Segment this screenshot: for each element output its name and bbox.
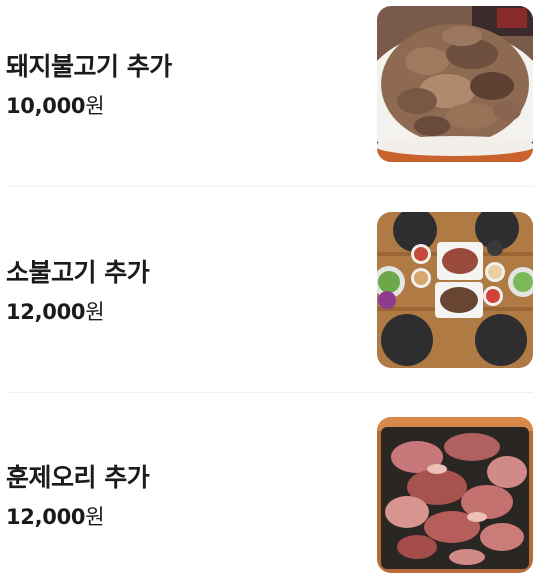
pork-bulgogi-photo — [377, 6, 533, 162]
price-number: 12,000 — [6, 505, 86, 529]
menu-item-name: 훈제오리 추가 — [6, 463, 150, 492]
menu-item-pork-bulgogi[interactable]: 돼지불고기 추가 10,000원 — [0, 3, 541, 163]
menu-item-smoked-duck[interactable]: 훈제오리 추가 12,000원 — [0, 414, 541, 574]
beef-bulgogi-table-photo — [377, 212, 533, 368]
price-unit: 원 — [85, 505, 105, 529]
menu-item-price: 12,000원 — [6, 501, 105, 531]
price-unit: 원 — [85, 94, 105, 118]
menu-item-price: 10,000원 — [6, 90, 105, 120]
menu-item-name: 소불고기 추가 — [6, 258, 150, 287]
menu-item-name: 돼지불고기 추가 — [6, 52, 172, 81]
menu-item-price: 12,000원 — [6, 296, 105, 326]
price-number: 12,000 — [6, 300, 86, 324]
price-number: 10,000 — [6, 94, 86, 118]
divider — [6, 392, 533, 393]
price-unit: 원 — [85, 300, 105, 324]
menu-item-beef-bulgogi[interactable]: 소불고기 추가 12,000원 — [0, 209, 541, 369]
smoked-duck-photo — [377, 417, 533, 573]
divider — [6, 186, 533, 187]
